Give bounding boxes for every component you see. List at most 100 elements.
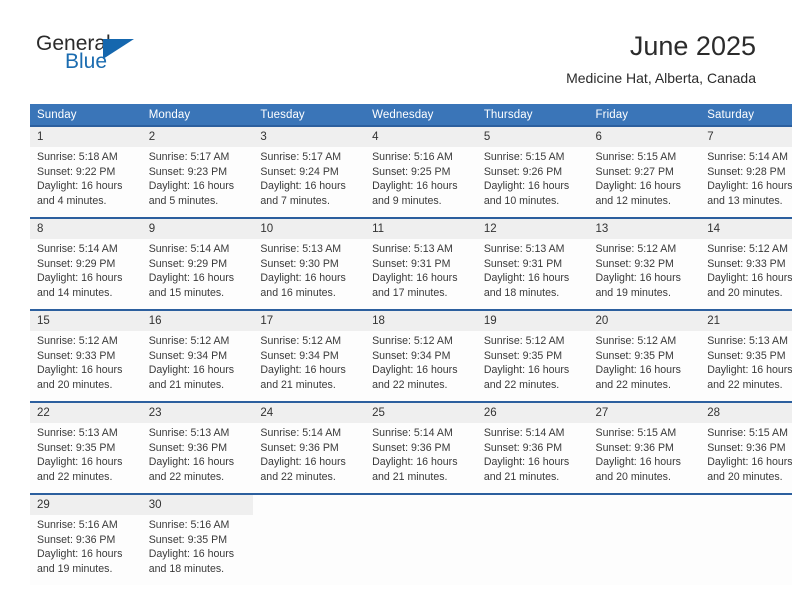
day-number: 15 xyxy=(30,311,142,331)
daylight-text: Daylight: 16 hours and 22 minutes. xyxy=(595,364,681,391)
daylight-text: Daylight: 16 hours and 14 minutes. xyxy=(37,272,123,299)
general-blue-logo[interactable]: General Blue xyxy=(36,33,156,78)
sunset-text: Sunset: 9:36 PM xyxy=(260,441,339,454)
sunset-text: Sunset: 9:34 PM xyxy=(260,349,339,362)
calendar-day-cell[interactable]: 18 Sunrise: 5:12 AM Sunset: 9:34 PM Dayligh… xyxy=(365,309,477,402)
calendar-day-cell[interactable]: 9 Sunrise: 5:14 AM Sunset: 9:29 PM Daylight… xyxy=(141,217,254,310)
calendar-day-cell[interactable]: 4 Sunrise: 5:16 AM Sunset: 9:25 PM Daylight… xyxy=(365,125,477,218)
calendar-day-cell[interactable]: 30 Sunrise: 5:16 AM Sunset: 9:35 PM Dayligh… xyxy=(141,493,254,585)
day-number xyxy=(700,495,792,515)
calendar-day-cell[interactable]: 12 Sunrise: 5:13 AM Sunset: 9:31 PM Dayligh… xyxy=(476,217,589,310)
daylight-text: Daylight: 16 hours and 7 minutes. xyxy=(260,180,346,207)
sunset-text: Sunset: 9:28 PM xyxy=(707,165,786,178)
weekday-header-row: Sunday Monday Tuesday Wednesday Thursday Frid… xyxy=(30,104,792,126)
calendar-day-cell[interactable]: 13 Sunrise: 5:12 AM Sunset: 9:32 PM Dayligh… xyxy=(588,217,701,310)
daylight-text: Daylight: 16 hours and 12 minutes. xyxy=(595,180,681,207)
calendar-day-cell[interactable]: 28 Sunrise: 5:15 AM Sunset: 9:36 PM Dayligh… xyxy=(700,401,792,494)
calendar-day-cell[interactable]: 2 Sunrise: 5:17 AM Sunset: 9:23 PM Daylight… xyxy=(141,125,254,218)
daylight-text: Daylight: 16 hours and 20 minutes. xyxy=(595,456,681,483)
sunset-text: Sunset: 9:35 PM xyxy=(707,349,786,362)
daylight-text: Daylight: 16 hours and 4 minutes. xyxy=(37,180,123,207)
sunset-text: Sunset: 9:26 PM xyxy=(483,165,563,178)
daylight-text: Daylight: 16 hours and 17 minutes. xyxy=(372,272,458,299)
calendar-day-cell[interactable]: 19 Sunrise: 5:12 AM Sunset: 9:35 PM Dayligh… xyxy=(476,309,589,402)
sunrise-text: Sunrise: 5:12 AM xyxy=(707,243,788,255)
calendar-day-cell[interactable]: 24 Sunrise: 5:14 AM Sunset: 9:36 PM Dayligh… xyxy=(253,401,366,494)
triangle-icon xyxy=(103,39,134,59)
calendar-day-cell[interactable]: 10 Sunrise: 5:13 AM Sunset: 9:30 PM Dayligh… xyxy=(253,217,366,310)
day-number xyxy=(253,495,366,515)
sunset-text: Sunset: 9:33 PM xyxy=(707,257,786,270)
daylight-text: Daylight: 16 hours and 21 minutes. xyxy=(372,456,458,483)
sunrise-text: Sunrise: 5:17 AM xyxy=(260,151,342,163)
day-number: 5 xyxy=(476,127,589,147)
calendar-day-cell[interactable]: 16 Sunrise: 5:12 AM Sunset: 9:34 PM Dayligh… xyxy=(141,309,254,402)
day-number: 1 xyxy=(30,127,142,147)
sunrise-text: Sunrise: 5:12 AM xyxy=(148,335,230,347)
day-number: 30 xyxy=(141,495,254,515)
calendar-day-cell[interactable]: 29 Sunrise: 5:16 AM Sunset: 9:36 PM Dayligh… xyxy=(30,493,142,585)
calendar-day-cell[interactable]: 3 Sunrise: 5:17 AM Sunset: 9:24 PM Daylight… xyxy=(253,125,366,218)
day-details: Sunrise: 5:14 AM Sunset: 9:29 PM Daylight:… xyxy=(30,239,142,300)
weekday-header-thursday: Thursday xyxy=(476,104,589,126)
calendar-day-cell[interactable]: 17 Sunrise: 5:12 AM Sunset: 9:34 PM Dayligh… xyxy=(253,309,366,402)
calendar-day-cell[interactable]: 21 Sunrise: 5:13 AM Sunset: 9:35 PM Dayligh… xyxy=(700,309,792,402)
calendar-day-cell[interactable]: 15 Sunrise: 5:12 AM Sunset: 9:33 PM Dayligh… xyxy=(30,309,142,402)
day-number: 18 xyxy=(365,311,477,331)
sunrise-text: Sunrise: 5:14 AM xyxy=(372,427,453,439)
sunrise-text: Sunrise: 5:14 AM xyxy=(707,151,788,163)
calendar-day-cell[interactable]: 7 Sunrise: 5:14 AM Sunset: 9:28 PM Daylight… xyxy=(700,125,792,218)
day-number xyxy=(588,495,701,515)
day-number: 22 xyxy=(30,403,142,423)
calendar-day-cell[interactable]: 11 Sunrise: 5:13 AM Sunset: 9:31 PM Dayligh… xyxy=(365,217,477,310)
daylight-text: Daylight: 16 hours and 13 minutes. xyxy=(707,180,792,207)
sunset-text: Sunset: 9:35 PM xyxy=(595,349,674,362)
day-number: 19 xyxy=(476,311,589,331)
sunrise-text: Sunrise: 5:15 AM xyxy=(707,427,788,439)
calendar-week-row: 1 Sunrise: 5:18 AM Sunset: 9:22 PM Daylight… xyxy=(30,125,792,218)
sunrise-text: Sunrise: 5:16 AM xyxy=(372,151,453,163)
calendar-day-cell[interactable]: 27 Sunrise: 5:15 AM Sunset: 9:36 PM Dayligh… xyxy=(588,401,701,494)
sunset-text: Sunset: 9:30 PM xyxy=(260,257,339,270)
daylight-text: Daylight: 16 hours and 21 minutes. xyxy=(148,364,235,391)
day-details: Sunrise: 5:12 AM Sunset: 9:35 PM Daylight:… xyxy=(477,331,589,392)
daylight-text: Daylight: 16 hours and 10 minutes. xyxy=(483,180,570,207)
calendar-body: 1 Sunrise: 5:18 AM Sunset: 9:22 PM Daylight… xyxy=(30,125,792,585)
calendar-day-cell[interactable]: 20 Sunrise: 5:12 AM Sunset: 9:35 PM Dayligh… xyxy=(588,309,701,402)
calendar-day-cell[interactable]: 6 Sunrise: 5:15 AM Sunset: 9:27 PM Daylight… xyxy=(588,125,701,218)
calendar-day-cell[interactable]: 14 Sunrise: 5:12 AM Sunset: 9:33 PM Dayligh… xyxy=(700,217,792,310)
day-number: 2 xyxy=(141,127,254,147)
day-details: Sunrise: 5:13 AM Sunset: 9:31 PM Daylight:… xyxy=(477,239,589,300)
sunrise-text: Sunrise: 5:12 AM xyxy=(372,335,453,347)
day-number: 17 xyxy=(253,311,366,331)
day-number: 11 xyxy=(365,219,477,239)
weekday-header-friday: Friday xyxy=(588,104,701,126)
day-details: Sunrise: 5:12 AM Sunset: 9:34 PM Daylight:… xyxy=(365,331,477,392)
day-number: 28 xyxy=(700,403,792,423)
calendar-day-cell[interactable]: 8 Sunrise: 5:14 AM Sunset: 9:29 PM Daylight… xyxy=(30,217,142,310)
page-title: June 2025 xyxy=(629,31,756,61)
sunset-text: Sunset: 9:36 PM xyxy=(707,441,786,454)
calendar-day-cell[interactable]: 5 Sunrise: 5:15 AM Sunset: 9:26 PM Daylight… xyxy=(476,125,589,218)
daylight-text: Daylight: 16 hours and 9 minutes. xyxy=(372,180,458,207)
daylight-text: Daylight: 16 hours and 20 minutes. xyxy=(37,364,123,391)
calendar-day-cell[interactable]: 25 Sunrise: 5:14 AM Sunset: 9:36 PM Dayligh… xyxy=(365,401,477,494)
daylight-text: Daylight: 16 hours and 16 minutes. xyxy=(260,272,346,299)
sunset-text: Sunset: 9:36 PM xyxy=(148,441,228,454)
calendar-day-cell[interactable]: 22 Sunrise: 5:13 AM Sunset: 9:35 PM Dayligh… xyxy=(30,401,142,494)
calendar-day-cell[interactable]: 23 Sunrise: 5:13 AM Sunset: 9:36 PM Dayligh… xyxy=(141,401,254,494)
sunrise-text: Sunrise: 5:15 AM xyxy=(595,427,677,439)
calendar-week-row: 8 Sunrise: 5:14 AM Sunset: 9:29 PM Daylight… xyxy=(30,217,792,310)
sunrise-text: Sunrise: 5:17 AM xyxy=(148,151,230,163)
calendar-day-cell[interactable]: 1 Sunrise: 5:18 AM Sunset: 9:22 PM Daylight… xyxy=(30,125,142,218)
day-number: 16 xyxy=(141,311,254,331)
calendar-day-cell-empty xyxy=(253,493,366,585)
calendar-day-cell[interactable]: 26 Sunrise: 5:14 AM Sunset: 9:36 PM Dayligh… xyxy=(476,401,589,494)
day-number: 7 xyxy=(700,127,792,147)
calendar-page: General Blue June 2025 Medicine Hat, Alb… xyxy=(0,0,792,612)
day-number: 26 xyxy=(476,403,589,423)
daylight-text: Daylight: 16 hours and 19 minutes. xyxy=(37,548,123,575)
sunrise-text: Sunrise: 5:14 AM xyxy=(148,243,230,255)
day-number: 12 xyxy=(476,219,589,239)
sunset-text: Sunset: 9:23 PM xyxy=(148,165,228,178)
